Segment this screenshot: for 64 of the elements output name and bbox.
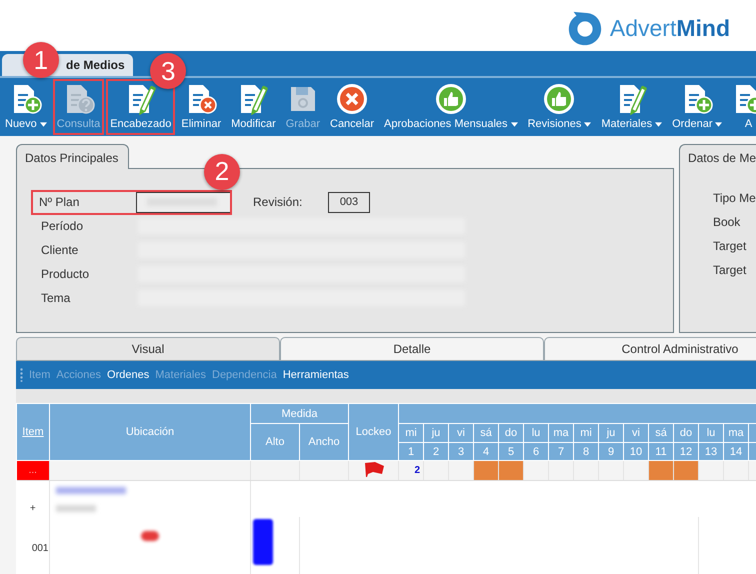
weekday-header: ju: [598, 424, 624, 442]
toolbar-button[interactable]: Materiales: [598, 80, 666, 134]
field-label: Nº Plan: [39, 195, 80, 209]
weekday-header: mi: [574, 424, 599, 442]
date-header: 4: [474, 442, 499, 460]
date-header: 14: [724, 442, 749, 460]
panel-title: Datos de Me: [688, 151, 756, 167]
weekday-header: lu: [524, 424, 549, 442]
table-cell: ...: [16, 460, 50, 480]
step-badge: 3: [150, 53, 186, 89]
tab[interactable]: Visual: [16, 337, 280, 361]
date-header: 2: [424, 442, 449, 460]
column-header: Medida: [250, 404, 349, 424]
menu-item[interactable]: Herramientas: [282, 369, 349, 381]
toolbar-button[interactable]: Ordenar: [669, 80, 726, 134]
date-header: 8: [574, 442, 599, 460]
weekday-header: lu: [698, 424, 724, 442]
toolbar-button[interactable]: Cancelar: [327, 80, 378, 134]
tab[interactable]: Control Administrativo: [544, 337, 756, 361]
column-header: Ancho: [300, 424, 349, 460]
date-header: 3: [448, 442, 474, 460]
weekday-header: sá: [474, 424, 499, 442]
field-label: Tipo Me: [712, 191, 756, 207]
toolbar-button[interactable]: Revisiones: [524, 80, 594, 134]
field-label: Tema: [41, 291, 70, 305]
toolbar-button[interactable]: A: [729, 80, 756, 134]
column-header: Lockeo: [348, 404, 399, 460]
date-header: 11: [648, 442, 674, 460]
toolbar-button[interactable]: Aprobaciones Mensuales: [381, 80, 521, 134]
day-value: 2: [413, 465, 422, 476]
weekday-header: vi: [624, 424, 649, 442]
brand-name: AdvertMind: [610, 15, 730, 42]
date-header: 13: [698, 442, 724, 460]
weekday-header: ma: [548, 424, 574, 442]
date-header: 7: [548, 442, 574, 460]
tab[interactable]: Detalle: [280, 337, 544, 361]
weekday-header: mi: [398, 424, 424, 442]
date-header: 5: [498, 442, 524, 460]
weekday-header: ju: [424, 424, 449, 442]
field-label: Producto: [41, 267, 90, 281]
menu-item[interactable]: Ordenes: [107, 369, 150, 381]
column-header: Ubicación: [50, 404, 250, 460]
step-badge: 2: [204, 154, 240, 190]
weekday-header: sá: [648, 424, 674, 442]
input-field[interactable]: 003: [328, 192, 370, 212]
field-label: Target: [712, 239, 748, 255]
weekday-header: vi: [448, 424, 474, 442]
panel-tab[interactable]: Datos Principales: [16, 144, 130, 169]
date-header: 12: [674, 442, 699, 460]
weekday-header: ma: [724, 424, 749, 442]
field-label: Cliente: [41, 243, 78, 257]
date-header: 6: [524, 442, 549, 460]
weekday-header: do: [674, 424, 699, 442]
field-label: Revisión:: [253, 195, 304, 209]
field-label: Target: [712, 263, 748, 279]
date-header: 1: [398, 442, 424, 460]
date-header: 9: [598, 442, 624, 460]
field-label: Período: [41, 219, 84, 233]
column-header: Alto: [250, 424, 300, 460]
toolbar-button[interactable]: Nuevo: [2, 80, 50, 134]
date-header: 10: [624, 442, 649, 460]
field-label: Book: [712, 215, 742, 231]
weekday-header: do: [498, 424, 524, 442]
toolbar-button[interactable]: Modificar: [228, 80, 279, 134]
